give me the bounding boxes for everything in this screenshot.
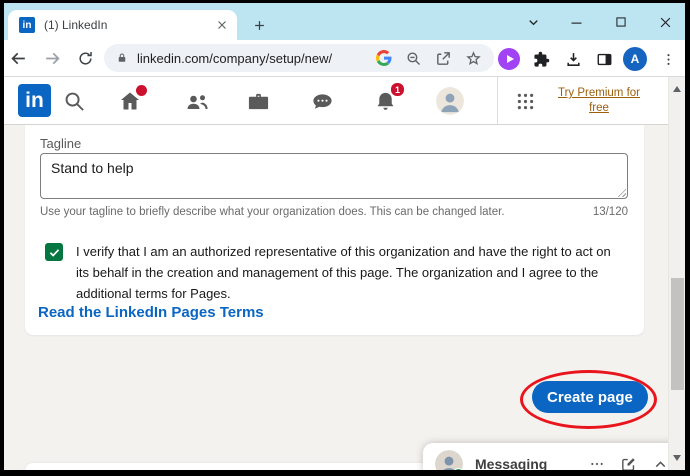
messaging-title: Messaging (475, 456, 548, 470)
notifications-bell-icon[interactable]: 1 (372, 81, 406, 114)
tagline-label: Tagline (40, 136, 82, 151)
online-presence-dot (453, 468, 464, 470)
company-setup-card: Tagline Stand to help Use your tagline t… (25, 125, 644, 335)
minimize-button[interactable] (563, 10, 589, 34)
new-tab-button[interactable] (247, 13, 271, 37)
tab-search-chevron-icon[interactable] (520, 10, 546, 34)
extensions-puzzle-icon[interactable] (530, 48, 552, 70)
tagline-field-wrap: Stand to help (40, 153, 628, 199)
omnibox-actions (376, 50, 482, 67)
verify-row: I verify that I am an authorized represe… (45, 241, 612, 304)
address-bar[interactable]: linkedin.com/company/setup/new/ (104, 44, 494, 72)
tab-close-icon[interactable] (215, 18, 229, 32)
browser-tab[interactable]: in (1) LinkedIn (8, 10, 237, 40)
messaging-dock[interactable]: Messaging (423, 443, 685, 470)
lock-icon[interactable] (116, 51, 128, 65)
bookmark-star-icon[interactable] (465, 50, 482, 67)
tagline-help-text: Use your tagline to briefly describe wha… (40, 206, 505, 218)
chevron-up-icon[interactable] (652, 456, 669, 471)
scrollbar-up-arrow-icon[interactable] (672, 86, 681, 92)
page-content: Tagline Stand to help Use your tagline t… (4, 125, 685, 470)
profile-avatar[interactable] (436, 87, 464, 115)
scrollbar-down-arrow-icon[interactable] (672, 455, 681, 461)
linkedin-favicon: in (19, 17, 35, 33)
zoom-out-icon[interactable] (405, 50, 422, 67)
tagline-char-counter: 13/120 (592, 206, 628, 218)
linkedin-navbar: in 1 Try Premium for free (4, 77, 685, 125)
scrollbar-thumb[interactable] (671, 278, 684, 390)
menu-dots-icon[interactable] (657, 48, 679, 70)
compose-icon[interactable] (620, 456, 637, 470)
play-extension-icon[interactable] (498, 48, 520, 70)
forward-icon[interactable] (40, 46, 64, 70)
url-text[interactable]: linkedin.com/company/setup/new/ (137, 51, 332, 66)
home-notification-dot (136, 85, 147, 96)
share-icon[interactable] (435, 50, 452, 67)
screenshot-root: in (1) LinkedIn linkedin.com/company/set… (0, 0, 690, 476)
apps-grid-icon[interactable] (512, 88, 538, 114)
browser-toolbar: linkedin.com/company/setup/new/ A (4, 40, 685, 77)
google-g-icon[interactable] (376, 50, 392, 66)
close-button[interactable] (652, 10, 678, 34)
reload-icon[interactable] (73, 46, 97, 70)
browser-profile-avatar[interactable]: A (623, 47, 647, 71)
linkedin-logo[interactable]: in (18, 84, 51, 117)
network-icon[interactable] (184, 88, 210, 114)
messaging-avatar (435, 450, 464, 470)
ellipsis-icon[interactable] (589, 456, 605, 470)
verify-statement: I verify that I am an authorized represe… (76, 244, 611, 302)
tagline-input[interactable]: Stand to help (40, 153, 628, 199)
jobs-briefcase-icon[interactable] (245, 88, 271, 114)
tab-title: (1) LinkedIn (44, 18, 108, 32)
side-panel-icon[interactable] (593, 48, 615, 70)
download-icon[interactable] (562, 48, 584, 70)
try-premium-link[interactable]: Try Premium for free (549, 86, 649, 116)
back-icon[interactable] (6, 46, 30, 70)
maximize-button[interactable] (608, 10, 634, 34)
pages-terms-link[interactable]: Read the LinkedIn Pages Terms (38, 304, 264, 321)
browser-window: in (1) LinkedIn linkedin.com/company/set… (4, 3, 685, 470)
create-page-button[interactable]: Create page (532, 381, 648, 413)
tagline-helper-row: Use your tagline to briefly describe wha… (40, 206, 628, 218)
page-scrollbar[interactable] (668, 77, 685, 470)
messaging-actions (589, 456, 669, 471)
notifications-badge: 1 (389, 81, 406, 98)
messaging-bubble-icon[interactable] (309, 88, 335, 114)
verify-checkbox[interactable] (45, 243, 63, 261)
browser-titlebar: in (1) LinkedIn (4, 3, 685, 40)
nav-divider (497, 77, 498, 124)
search-icon[interactable] (61, 88, 87, 114)
home-icon[interactable] (117, 85, 147, 114)
